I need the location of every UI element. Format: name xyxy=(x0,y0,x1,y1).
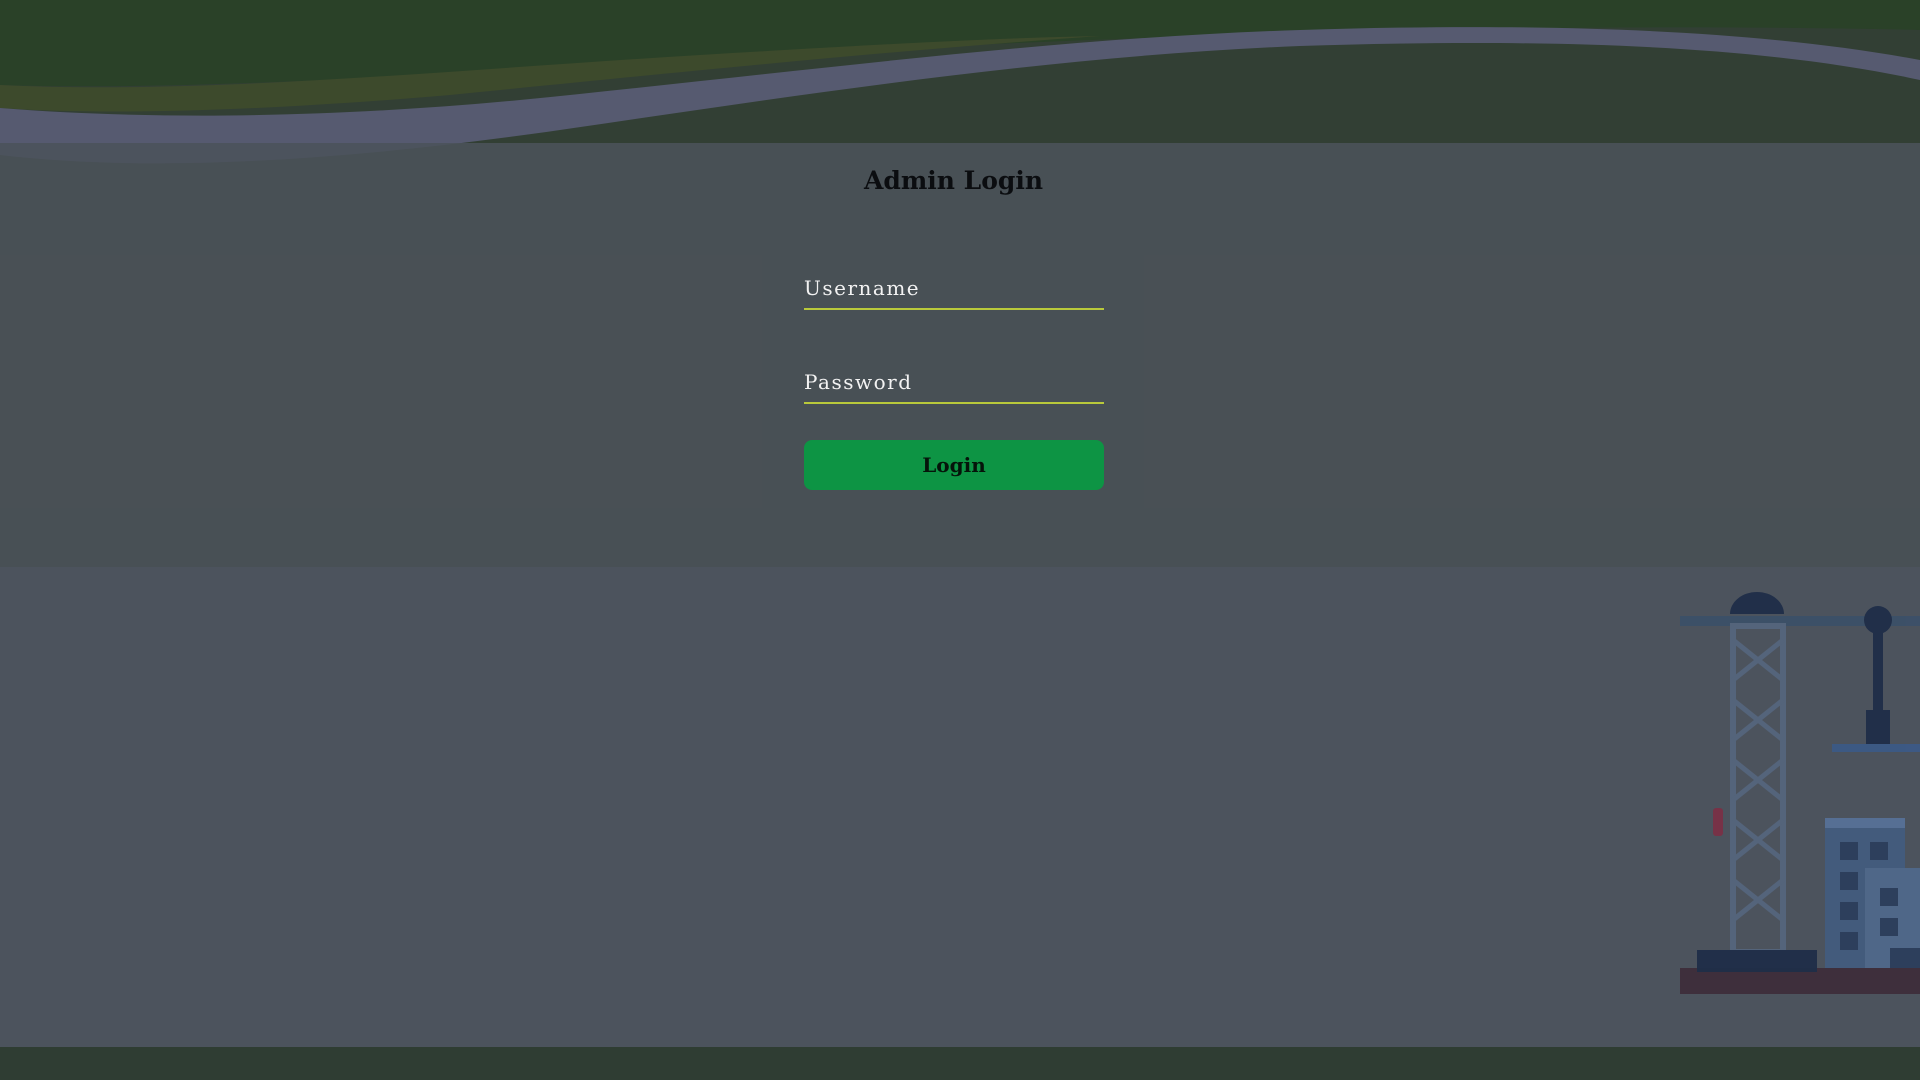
login-panel xyxy=(0,143,1920,567)
footer-band xyxy=(0,1047,1920,1080)
page-title: Admin Login xyxy=(863,166,1044,195)
password-field xyxy=(804,362,1104,404)
username-input[interactable] xyxy=(804,268,1104,308)
username-field xyxy=(804,268,1104,310)
building-icon xyxy=(1825,818,1920,968)
login-page: Admin Login Login xyxy=(0,0,1920,1080)
login-button[interactable]: Login xyxy=(804,440,1104,490)
password-input[interactable] xyxy=(804,362,1104,402)
